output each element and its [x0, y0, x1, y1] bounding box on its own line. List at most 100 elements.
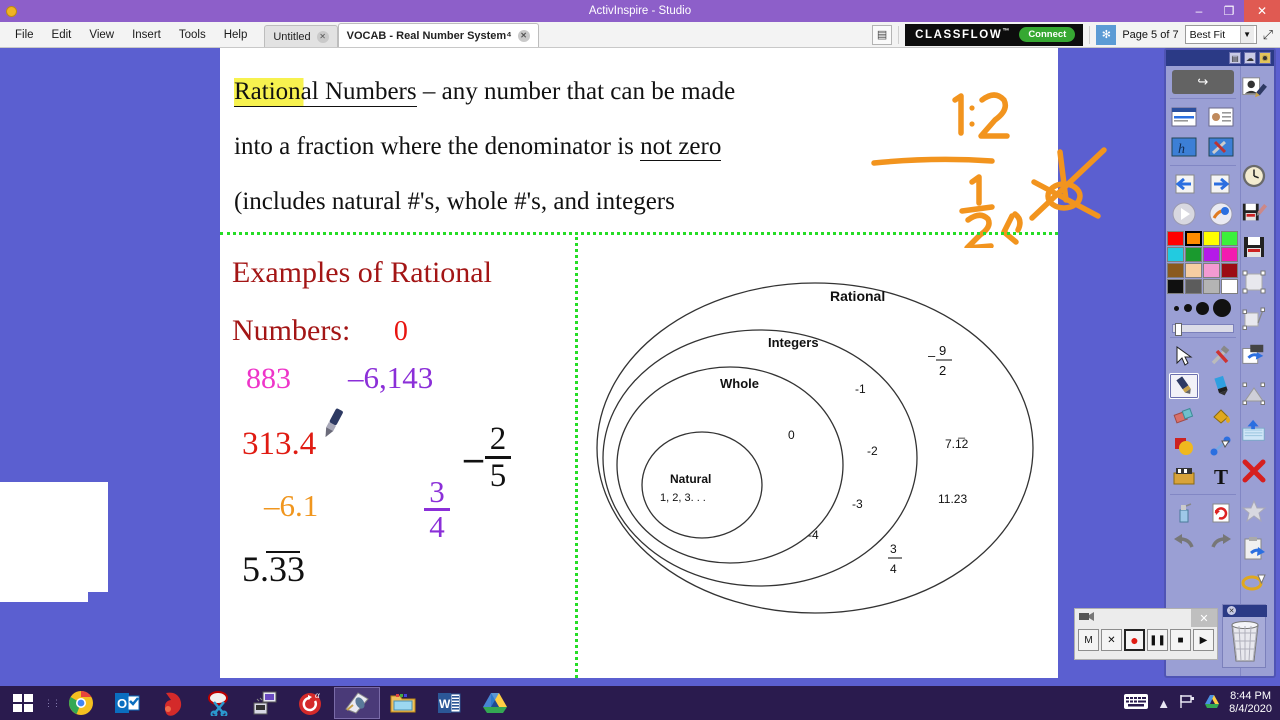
favorite-icon[interactable] [1241, 492, 1267, 530]
swatch-green[interactable] [1221, 231, 1239, 246]
properties-icon[interactable] [1206, 104, 1236, 130]
spray-clear-icon[interactable] [1169, 500, 1199, 526]
screen-recorder-widget[interactable]: ✕ M ✕ ● ❚❚ ■ ▶ [1074, 608, 1218, 660]
tab-vocab-real-number-system[interactable]: VOCAB - Real Number System⁴ ✕ [337, 23, 539, 47]
select-icon[interactable] [1169, 343, 1199, 369]
tab-untitled[interactable]: Untitled ✕ [264, 25, 338, 47]
close-button[interactable]: ✕ [1244, 0, 1280, 22]
close-icon[interactable]: ✕ [517, 29, 530, 42]
taskbar-snipping-tool-icon[interactable] [196, 687, 242, 719]
delete-icon[interactable] [1241, 450, 1267, 492]
maximize-button[interactable]: ❐ [1214, 0, 1244, 22]
swatch-orange[interactable] [1185, 231, 1203, 246]
pen-width-extra-thick[interactable] [1213, 299, 1232, 317]
palette-notes-icon[interactable]: ▤ [1229, 52, 1241, 64]
fullscreen-icon[interactable]: ⤢ [1263, 27, 1276, 43]
pen-width-selector[interactable] [1166, 296, 1240, 320]
drive-tray-icon[interactable] [1204, 694, 1220, 712]
swatch-purple[interactable] [1203, 247, 1221, 262]
close-icon[interactable]: ✕ [316, 30, 329, 43]
fill-icon[interactable] [1206, 403, 1236, 429]
slider-knob[interactable] [1175, 323, 1182, 336]
taskbar-google-drive-icon[interactable] [472, 687, 518, 719]
swatch-black[interactable] [1167, 279, 1185, 294]
save-as-icon[interactable] [1241, 196, 1267, 230]
flipchart-page[interactable]: Rational Numbers – any number that can b… [220, 48, 1058, 678]
menu-file[interactable]: File [6, 22, 43, 48]
trash-can[interactable]: ✕ [1222, 604, 1267, 668]
swatch-gray[interactable] [1185, 279, 1203, 294]
pen-icon[interactable] [1169, 373, 1200, 399]
mode-button[interactable]: M [1078, 629, 1099, 651]
media-icon[interactable] [1169, 463, 1199, 489]
swatch-light-gray[interactable] [1203, 279, 1221, 294]
hammer-tools-icon[interactable] [1206, 343, 1236, 369]
play-button[interactable]: ▶ [1193, 629, 1214, 651]
swatch-peach[interactable] [1185, 263, 1203, 278]
share-button[interactable]: ↪ [1172, 70, 1234, 94]
start-button[interactable] [0, 686, 46, 720]
classflow-connect-button[interactable]: Connect [1019, 27, 1076, 42]
text-icon[interactable]: T [1206, 463, 1236, 489]
flow-icon[interactable]: ✻ [1096, 24, 1117, 45]
play-icon[interactable] [1169, 201, 1199, 227]
reset-page-icon[interactable] [1206, 500, 1236, 526]
duplicate-icon[interactable] [1241, 336, 1267, 374]
swatch-cyan[interactable] [1167, 247, 1185, 262]
swatch-white[interactable] [1221, 279, 1239, 294]
keyboard-icon[interactable] [1124, 694, 1149, 712]
cancel-button[interactable]: ✕ [1101, 629, 1122, 651]
redo-icon[interactable] [1206, 530, 1236, 556]
chevron-down-icon[interactable]: ▼ [1239, 26, 1254, 43]
notes-icon[interactable]: ▤ [872, 24, 893, 45]
zoom-select[interactable]: Best Fit ▼ [1184, 25, 1257, 44]
profile-pen-icon[interactable] [1241, 66, 1267, 112]
group-icon[interactable] [1241, 374, 1267, 412]
menu-insert[interactable]: Insert [123, 22, 170, 48]
pen-width-thick[interactable] [1196, 301, 1210, 315]
menu-tools[interactable]: Tools [170, 22, 215, 48]
menu-view[interactable]: View [80, 22, 123, 48]
swatch-pink[interactable] [1203, 263, 1221, 278]
stop-button[interactable]: ■ [1170, 629, 1191, 651]
close-icon[interactable]: ✕ [1191, 609, 1217, 627]
swatch-magenta[interactable] [1221, 247, 1239, 262]
tools-icon[interactable] [1206, 134, 1236, 160]
undo-icon[interactable] [1169, 530, 1199, 556]
pen-width-medium[interactable] [1183, 304, 1192, 312]
swatch-yellow[interactable] [1203, 231, 1221, 246]
annotate-icon[interactable]: h [1169, 134, 1199, 160]
swatch-brown[interactable] [1167, 263, 1185, 278]
close-icon[interactable]: ✕ [1227, 606, 1236, 615]
eraser-icon[interactable] [1169, 403, 1199, 429]
taskbar-chrome-icon[interactable] [58, 687, 104, 719]
pen-width-slider[interactable] [1172, 323, 1234, 336]
pause-button[interactable]: ❚❚ [1147, 629, 1168, 651]
connector-icon[interactable] [1206, 433, 1236, 459]
pen-width-thin[interactable] [1174, 305, 1180, 311]
taskbar-outlook-icon[interactable]: O [104, 687, 150, 719]
rubber-band-icon[interactable] [1241, 568, 1267, 594]
network-icon[interactable] [1179, 694, 1195, 712]
color-palette[interactable] [1166, 229, 1240, 296]
browser-icon[interactable] [1169, 104, 1199, 130]
open-icon[interactable] [1241, 412, 1267, 450]
transform-icon[interactable] [1241, 300, 1267, 336]
swatch-red[interactable] [1167, 231, 1185, 246]
record-button[interactable]: ● [1124, 629, 1145, 651]
definition-text[interactable]: Rational Numbers – any number that can b… [234, 64, 1034, 229]
presentation-tools-icon[interactable] [1206, 201, 1236, 227]
taskbar-word-icon[interactable]: W [426, 687, 472, 719]
menu-edit[interactable]: Edit [43, 22, 81, 48]
clock-icon[interactable] [1241, 156, 1267, 196]
minimize-button[interactable]: – [1184, 0, 1214, 22]
save-icon[interactable] [1241, 230, 1267, 264]
menu-help[interactable]: Help [215, 22, 257, 48]
palette-settings-icon[interactable]: ✹ [1259, 52, 1271, 64]
taskbar-file-explorer-icon[interactable] [380, 687, 426, 719]
show-hidden-icons-icon[interactable]: ▲ [1157, 696, 1170, 711]
shapes-icon[interactable] [1169, 433, 1199, 459]
previous-page-icon[interactable] [1169, 171, 1199, 197]
swatch-dark-green[interactable] [1185, 247, 1203, 262]
taskbar-alpha-app-icon[interactable]: α [288, 687, 334, 719]
